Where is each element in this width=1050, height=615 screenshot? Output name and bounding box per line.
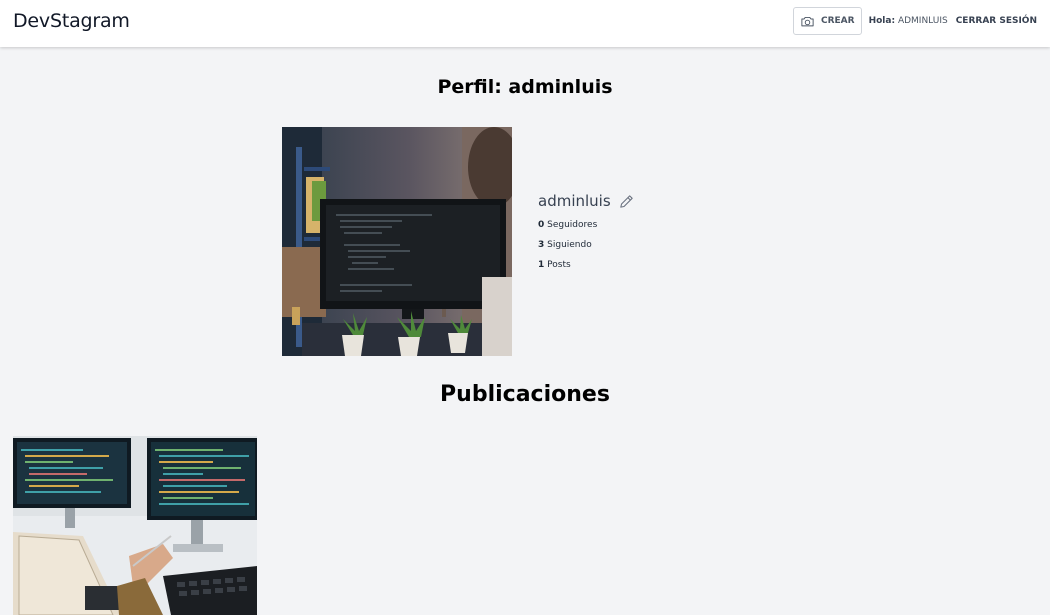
profile-avatar	[282, 127, 512, 356]
following-label: Siguiendo	[547, 240, 592, 250]
followers-count: 0	[538, 220, 545, 230]
publications-title: Publicaciones	[440, 382, 610, 407]
brand-logo[interactable]: DevStagram	[13, 10, 130, 32]
posts-label: Posts	[547, 260, 571, 270]
posts-stat: 1 Posts	[538, 260, 635, 270]
followers-stat: 0 Seguidores	[538, 220, 635, 230]
pencil-icon[interactable]	[618, 193, 635, 210]
create-label: Crear	[820, 16, 855, 26]
top-navbar: DevStagram Crear Hola: adminluis Cerrar …	[0, 0, 1050, 47]
username-row: adminluis	[538, 192, 635, 210]
following-count: 3	[538, 240, 545, 250]
page-title: Perfil: adminluis	[437, 76, 613, 98]
greeting-prefix: Hola:	[868, 16, 896, 26]
followers-label: Seguidores	[547, 220, 598, 230]
profile-info: adminluis 0 Seguidores 3 Siguiendo 1 Pos…	[538, 192, 635, 270]
camera-icon	[801, 16, 814, 26]
nav-actions: Crear Hola: adminluis Cerrar Sesión	[792, 7, 1037, 35]
logout-button[interactable]: Cerrar Sesión	[956, 16, 1037, 26]
post-thumbnail[interactable]	[13, 436, 257, 615]
following-stat: 3 Siguiendo	[538, 240, 635, 250]
profile-username: adminluis	[538, 192, 611, 210]
create-post-button[interactable]: Crear	[792, 7, 862, 35]
greeting: Hola: adminluis	[869, 16, 948, 26]
greeting-username: adminluis	[897, 16, 948, 26]
posts-count: 1	[538, 260, 545, 270]
